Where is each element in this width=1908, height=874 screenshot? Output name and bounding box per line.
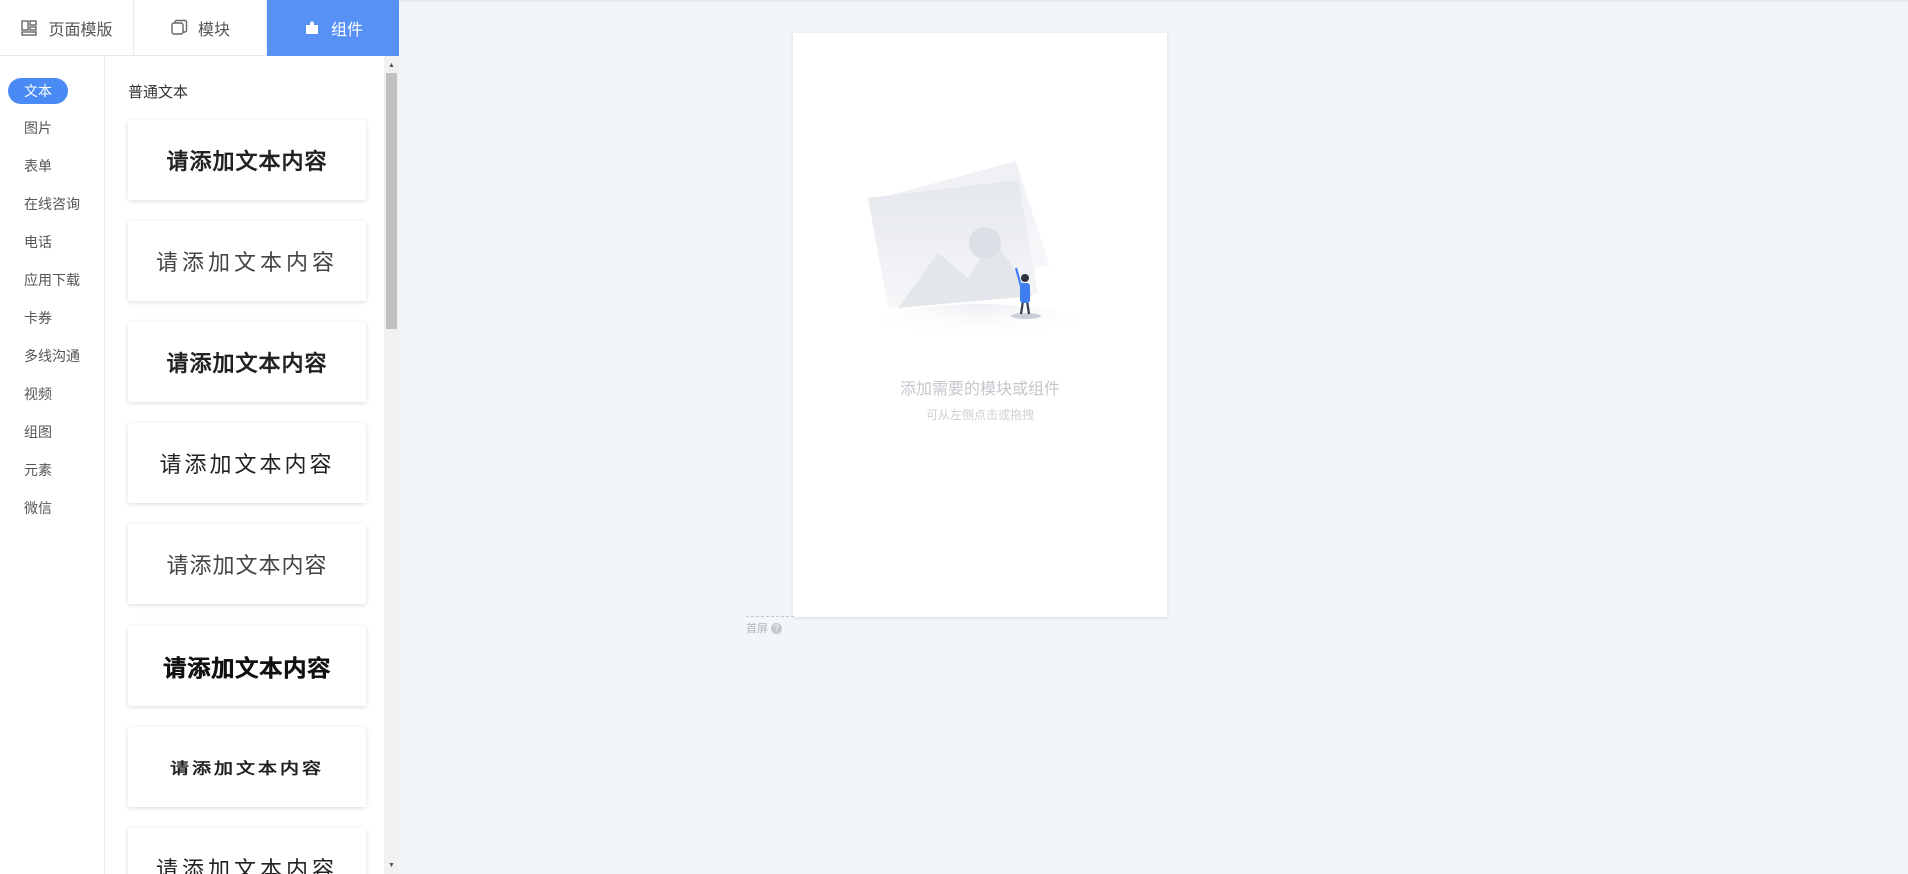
panel-tabs: 页面模版 模块 组件 bbox=[0, 0, 399, 56]
component-list: 普通文本 请添加文本内容 请添加文本内容 请添加文本内容 请添加文本内容 请添加… bbox=[106, 56, 384, 874]
tab-page-template[interactable]: 页面模版 bbox=[0, 0, 134, 55]
text-style-card[interactable]: 请添加文本内容 bbox=[128, 120, 366, 200]
scroll-up-icon[interactable]: ▲ bbox=[384, 58, 399, 72]
category-nav: 文本 图片 表单 在线咨询 电话 应用下载 卡券 多线沟通 视频 组图 元素 微… bbox=[0, 56, 105, 874]
scrollbar[interactable]: ▲ ▼ bbox=[384, 56, 399, 874]
text-style-card[interactable]: 请添加文本内容 bbox=[128, 626, 366, 706]
page-template-icon bbox=[20, 19, 38, 37]
text-style-card[interactable]: 请添加文本内容 bbox=[128, 524, 366, 604]
category-video[interactable]: 视频 bbox=[24, 384, 52, 404]
category-app-download[interactable]: 应用下载 bbox=[24, 270, 80, 290]
left-panel: 页面模版 模块 组件 文本 图片 表单 在线咨询 电话 应用下载 卡券 多线沟通… bbox=[0, 0, 399, 874]
text-style-sample: 请添加文本内容 bbox=[155, 251, 338, 276]
first-screen-label: 首屏 ? bbox=[746, 620, 782, 636]
category-text[interactable]: 文本 bbox=[8, 78, 68, 104]
page-canvas[interactable]: 添加需要的模块或组件 可从左侧点击或拖拽 bbox=[793, 33, 1167, 617]
text-style-card[interactable]: 请添加文本内容 bbox=[128, 828, 366, 874]
module-icon bbox=[170, 19, 188, 37]
text-style-sample: 请添加文本内容 bbox=[163, 655, 331, 681]
first-screen-line bbox=[746, 616, 794, 617]
tab-label: 组件 bbox=[330, 22, 363, 39]
tab-component[interactable]: 组件 bbox=[267, 0, 399, 56]
tab-label: 模块 bbox=[197, 21, 230, 39]
empty-state-subtitle: 可从左侧点击或拖拽 bbox=[925, 408, 1034, 422]
category-phone[interactable]: 电话 bbox=[24, 232, 52, 252]
first-screen-text: 首屏 bbox=[746, 623, 768, 635]
text-style-sample: 请添加文本内容 bbox=[166, 149, 328, 174]
text-style-card[interactable]: 请添加文本内容 bbox=[128, 423, 366, 503]
category-wechat[interactable]: 微信 bbox=[24, 498, 52, 518]
text-style-card[interactable]: 请添加文本内容 bbox=[128, 221, 366, 301]
text-style-sample: 请添加文本内容 bbox=[166, 553, 328, 578]
category-multiline-chat[interactable]: 多线沟通 bbox=[24, 346, 80, 366]
component-icon bbox=[303, 19, 321, 37]
empty-illustration bbox=[858, 158, 1102, 364]
text-style-card[interactable]: 请添加文本内容 bbox=[128, 727, 366, 807]
scroll-down-icon[interactable]: ▼ bbox=[384, 858, 399, 872]
tab-module[interactable]: 模块 bbox=[134, 0, 267, 55]
category-online-consult[interactable]: 在线咨询 bbox=[24, 194, 80, 214]
text-style-card[interactable]: 请添加文本内容 bbox=[128, 322, 366, 402]
text-style-sample: 请添加文本内容 bbox=[159, 452, 335, 477]
category-element[interactable]: 元素 bbox=[24, 460, 52, 480]
text-style-sample: 请添加文本内容 bbox=[169, 760, 324, 777]
section-title: 普通文本 bbox=[128, 84, 189, 101]
category-coupon[interactable]: 卡券 bbox=[24, 308, 52, 328]
category-gallery[interactable]: 组图 bbox=[24, 422, 52, 442]
text-style-sample: 请添加文本内容 bbox=[155, 858, 338, 874]
scrollbar-thumb[interactable] bbox=[386, 73, 397, 329]
help-icon[interactable]: ? bbox=[771, 622, 782, 634]
text-style-sample: 请添加文本内容 bbox=[166, 351, 328, 376]
category-form[interactable]: 表单 bbox=[24, 156, 52, 176]
category-image[interactable]: 图片 bbox=[24, 118, 52, 138]
empty-state-title: 添加需要的模块或组件 bbox=[899, 381, 1060, 398]
tab-label: 页面模版 bbox=[48, 21, 113, 39]
